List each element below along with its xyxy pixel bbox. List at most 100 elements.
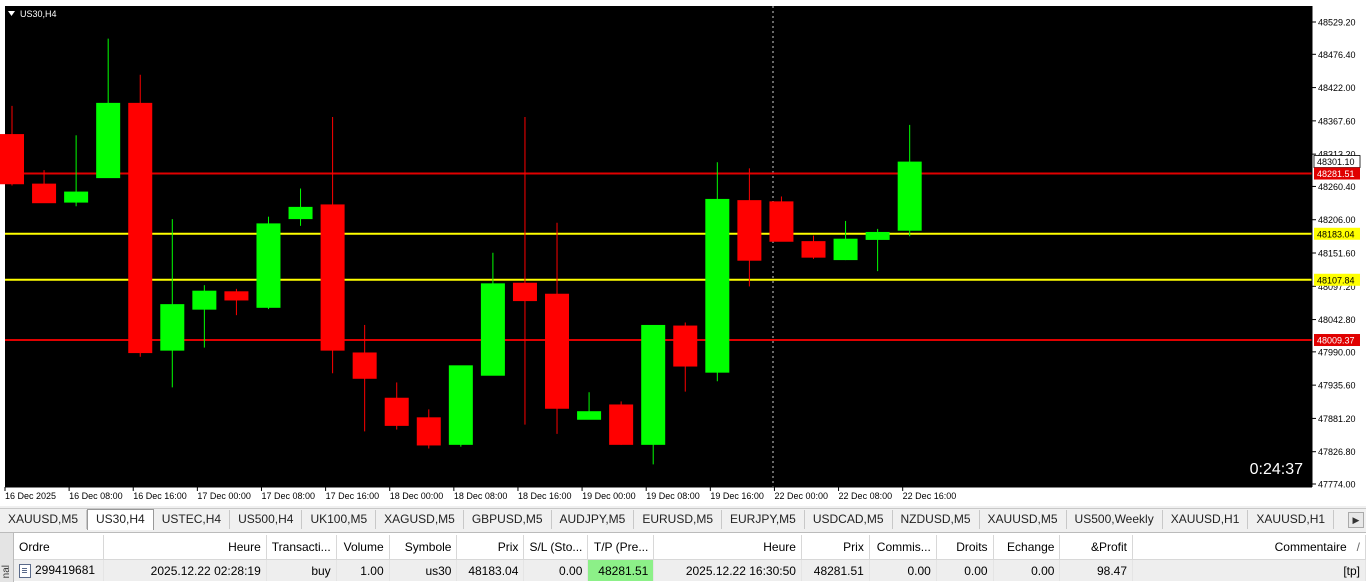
table-cell: 299419681 [14, 559, 105, 581]
table-cell: 48281.51 [587, 559, 655, 581]
chart-tab[interactable]: XAGUSD,M5 [376, 510, 464, 529]
x-tick-label: 19 Dec 16:00 [710, 491, 764, 501]
candle-body [384, 397, 409, 426]
y-tick-label: 47826.80 [1318, 447, 1356, 457]
candle-body [897, 161, 922, 231]
x-tick-label: 18 Dec 08:00 [454, 491, 508, 501]
column-header-label: Ordre [19, 540, 50, 554]
chart-tab[interactable]: US500,Weekly [1067, 510, 1163, 529]
chart-tab[interactable]: UK100,M5 [302, 510, 377, 529]
table-cell: 48281.51 [801, 559, 870, 581]
candle-body [769, 201, 794, 242]
trade-history-table: Ordre Heure Transacti... Volume Symbole Prix S… [14, 535, 1366, 581]
candle-body [480, 283, 505, 376]
chart-tab[interactable]: AUDJPY,M5 [552, 510, 635, 529]
chart-tab[interactable]: EURJPY,M5 [722, 510, 805, 529]
column-header[interactable]: Prix [456, 535, 525, 560]
cell-value: [tp] [1343, 563, 1360, 578]
chart-window[interactable]: US30,H4 48529.20 48476.40 48422.00 48367.60 4… [0, 0, 1366, 506]
candle-body [320, 204, 345, 351]
x-tick-label: 17 Dec 16:00 [326, 491, 380, 501]
chart-tab[interactable]: USDCAD,M5 [805, 510, 893, 529]
cell-value: 48281.51 [813, 563, 864, 578]
table-cell: 98.47 [1059, 559, 1134, 581]
candle-body [416, 417, 441, 446]
chart-tab[interactable]: USTEC,H4 [154, 510, 231, 529]
column-header[interactable]: S/L (Sto... [523, 535, 589, 560]
y-tick-label: 47881.20 [1318, 414, 1356, 424]
column-header[interactable]: Echange [993, 535, 1061, 560]
column-header-label: Commentaire [1274, 540, 1347, 554]
price-level-label: 48281.51 [1317, 169, 1355, 179]
chart-tab[interactable]: XAUUSD,M5 [980, 510, 1067, 529]
y-tick-label: 47935.60 [1318, 381, 1356, 391]
column-header[interactable]: Commis... [869, 535, 937, 560]
column-header-label: &Profit [1091, 540, 1128, 554]
column-header[interactable]: T/P (Pre... [587, 535, 655, 560]
candle-body [256, 223, 281, 308]
column-header[interactable]: Transacti... [266, 535, 337, 560]
chart-symbol-label: US30,H4 [20, 9, 57, 19]
y-tick-label: 47774.00 [1318, 480, 1356, 490]
column-header[interactable]: Ordre [14, 535, 105, 560]
candle-body [673, 325, 698, 367]
column-header[interactable]: Prix [801, 535, 870, 560]
column-header[interactable]: &Profit [1059, 535, 1134, 560]
table-cell: [tp] [1132, 559, 1366, 581]
chart-tab[interactable]: XAUUSD,H1 [1163, 510, 1249, 529]
x-tick-label: 22 Dec 00:00 [774, 491, 828, 501]
column-header[interactable]: Volume [336, 535, 390, 560]
table-cell: 2025.12.22 16:30:50 [653, 559, 802, 581]
column-header-label: Symbole [404, 540, 452, 554]
candle-body [192, 290, 217, 310]
x-tick-label: 17 Dec 08:00 [261, 491, 315, 501]
column-header[interactable]: Commentaire / [1132, 535, 1366, 560]
table-cell: 0.00 [523, 559, 589, 581]
y-tick-label: 47990.00 [1318, 347, 1356, 357]
column-header[interactable]: Heure [653, 535, 802, 560]
table-row[interactable]: 299419681 2025.12.22 02:28:19 buy 1.00 us30 4… [14, 559, 1366, 581]
candlestick-chart[interactable]: US30,H4 48529.20 48476.40 48422.00 48367.60 4… [0, 0, 1366, 506]
candle-body [609, 404, 634, 445]
chart-tab[interactable]: NZDUSD,M5 [893, 510, 980, 529]
price-level-label: 48107.84 [1317, 275, 1355, 285]
cell-value: 0.00 [907, 563, 931, 578]
cell-value: us30 [425, 563, 452, 578]
candle-body [577, 411, 602, 420]
column-header-label: S/L (Sto... [529, 540, 583, 554]
x-tick-label: 22 Dec 16:00 [903, 491, 957, 501]
chart-tab[interactable]: US500,H4 [230, 510, 303, 529]
candle-body [224, 291, 249, 301]
x-tick-label: 16 Dec 16:00 [133, 491, 187, 501]
terminal-side-label[interactable]: nal [0, 533, 14, 582]
candle-body [512, 282, 537, 302]
chart-tab[interactable]: XAUUSD,M5 [0, 510, 88, 529]
chart-tab[interactable]: US30,H4 [87, 509, 154, 530]
table-cell: us30 [389, 559, 458, 581]
chart-tab[interactable]: XAUUSD,H1 [1248, 510, 1335, 529]
candle-body [448, 365, 473, 445]
y-tick-label: 48260.40 [1318, 182, 1356, 192]
y-tick-label: 48476.40 [1318, 50, 1356, 60]
x-tick-label: 17 Dec 00:00 [197, 491, 251, 501]
column-header[interactable]: Heure [103, 535, 267, 560]
chart-tab[interactable]: EURUSD,M5 [634, 510, 723, 529]
candle-body [96, 102, 121, 179]
cell-value: 0.00 [964, 563, 988, 578]
table-header-row: Ordre Heure Transacti... Volume Symbole Prix S… [14, 535, 1366, 560]
table-cell: buy [266, 559, 337, 581]
candle-body [128, 102, 153, 354]
column-header-label: Volume [343, 540, 384, 554]
column-header[interactable]: Droits [936, 535, 994, 560]
price-level-label: 48183.04 [1317, 229, 1355, 239]
candle-body [865, 231, 890, 240]
candle-body [737, 200, 762, 261]
cell-value: 48281.51 [598, 563, 649, 578]
table-cell: 0.00 [936, 559, 994, 581]
x-tick-label: 18 Dec 00:00 [390, 491, 444, 501]
column-header-label: Heure [228, 540, 261, 554]
candle-body [545, 293, 570, 409]
tabs-scroll-right-icon[interactable]: ▶ [1348, 512, 1364, 528]
column-header[interactable]: Symbole [389, 535, 458, 560]
chart-tab[interactable]: GBPUSD,M5 [464, 510, 552, 529]
